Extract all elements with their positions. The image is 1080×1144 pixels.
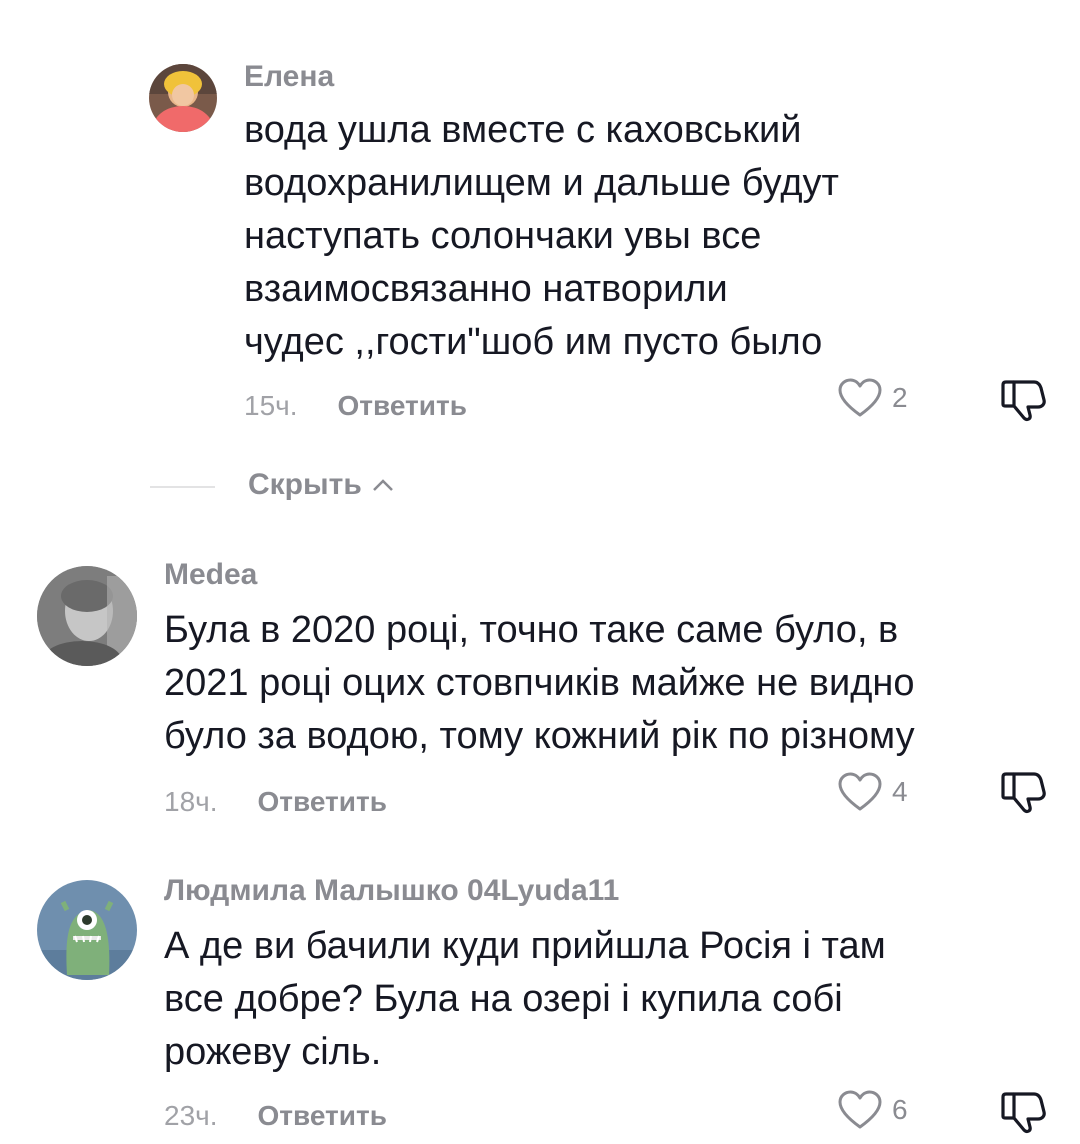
avatar[interactable]: [37, 566, 137, 666]
comment-time: 18ч.: [164, 786, 218, 817]
like-count: 6: [892, 1094, 908, 1125]
comment-username[interactable]: Людмила Малышко 04Lyuda11: [164, 874, 619, 908]
comment-text: вода ушла вместе с каховський водохранил…: [244, 109, 839, 363]
reply-button[interactable]: Ответить: [338, 390, 467, 421]
comment-time: 23ч.: [164, 1100, 218, 1131]
dislike-icon: [1001, 1092, 1046, 1134]
like-button[interactable]: 6: [838, 1090, 908, 1130]
comment-meta: 23ч. Ответить: [164, 1100, 387, 1132]
reply-button[interactable]: Ответить: [258, 1100, 387, 1131]
comment-username[interactable]: Елена: [244, 60, 334, 94]
hide-replies-button[interactable]: Скрыть: [248, 468, 394, 502]
like-count: 4: [892, 776, 908, 807]
dislike-button[interactable]: [1000, 770, 1048, 819]
heart-icon: [838, 1090, 882, 1129]
comment-meta: 15ч. Ответить: [244, 390, 467, 422]
avatar[interactable]: [149, 64, 217, 132]
dislike-icon: [1001, 380, 1046, 422]
dislike-button[interactable]: [1000, 378, 1048, 427]
comment-text: Була в 2020 році, точно таке саме було, …: [164, 609, 915, 757]
chevron-up-icon: [372, 479, 393, 491]
hide-replies-label: Скрыть: [248, 468, 362, 501]
like-button[interactable]: 4: [838, 772, 908, 812]
dislike-button[interactable]: [1000, 1090, 1048, 1139]
dislike-icon: [1001, 772, 1046, 814]
avatar[interactable]: [37, 880, 137, 980]
like-count: 2: [892, 382, 908, 413]
divider: [150, 486, 215, 488]
reply-button[interactable]: Ответить: [258, 786, 387, 817]
heart-icon: [838, 378, 882, 417]
comment-text: А де ви бачили куди прийшла Росія і там …: [164, 925, 886, 1073]
comment-meta: 18ч. Ответить: [164, 786, 387, 818]
like-button[interactable]: 2: [838, 378, 908, 418]
comment-time: 15ч.: [244, 390, 298, 421]
hide-replies-row: Скрыть: [0, 458, 1080, 518]
comment-username[interactable]: Medea: [164, 558, 257, 592]
heart-icon: [838, 772, 882, 811]
